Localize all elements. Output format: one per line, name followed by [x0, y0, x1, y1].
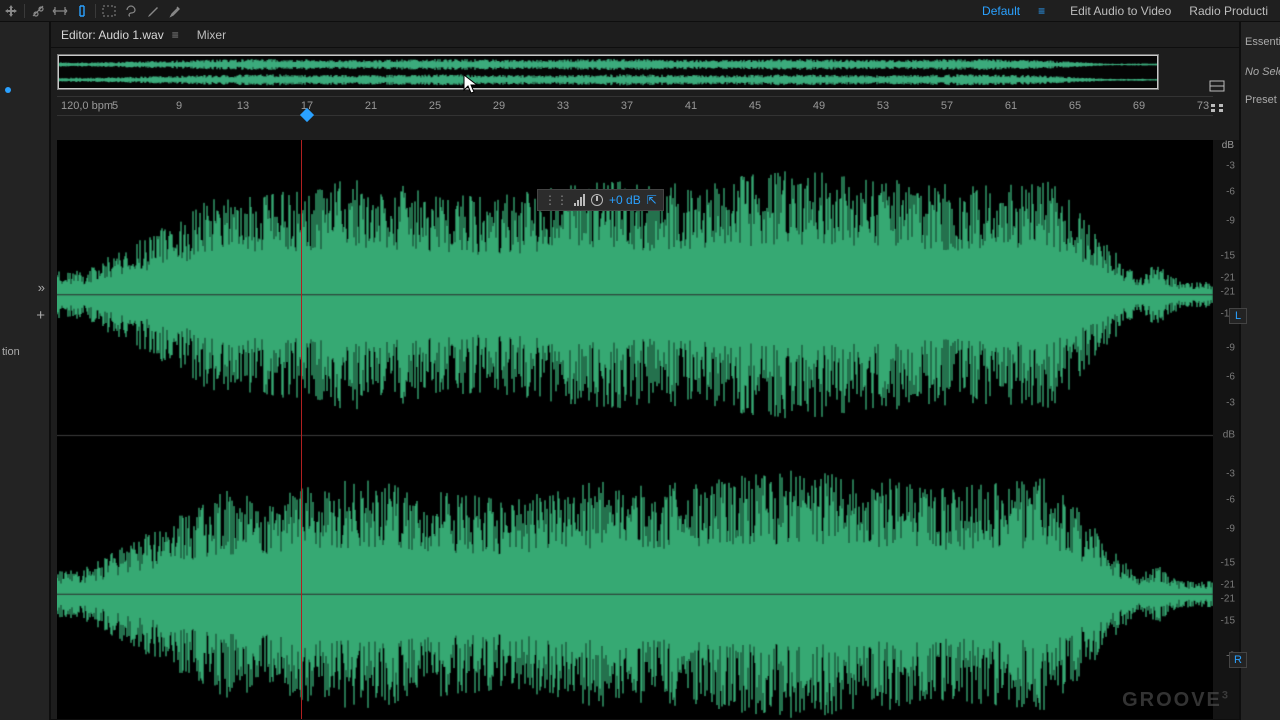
clock-icon: [591, 194, 603, 206]
ruler-tick: 41: [685, 100, 697, 112]
editor-panel: Editor: Audio 1.wav ≡ Mixer 120,0 bpm 5 9…: [50, 22, 1240, 720]
range-tool-icon[interactable]: [49, 0, 71, 22]
left-panel-collapsed: » + tion: [0, 22, 50, 720]
db-unit-label: dB: [1223, 429, 1235, 440]
top-toolbar: Default ≡ Edit Audio to Video Radio Prod…: [0, 0, 1280, 22]
level-meter-icon: [574, 194, 585, 206]
db-mark: -15: [1221, 616, 1235, 627]
ruler-tick: 45: [749, 100, 761, 112]
hud-db-value[interactable]: +0 dB: [609, 193, 641, 207]
overview-waveform[interactable]: [57, 54, 1159, 90]
time-select-tool-icon[interactable]: [71, 0, 93, 22]
left-panel-label-fragment: tion: [2, 346, 20, 358]
ruler-tick: 21: [365, 100, 377, 112]
zoom-reset-icon[interactable]: [1207, 78, 1227, 94]
ruler-tick: 69: [1133, 100, 1145, 112]
db-mark: -21: [1221, 594, 1235, 605]
db-mark: -9: [1226, 343, 1235, 354]
workspace-tabs: Default ≡ Edit Audio to Video Radio Prod…: [982, 0, 1280, 22]
pin-icon[interactable]: ⇱: [647, 193, 657, 207]
razor-tool-icon[interactable]: [27, 0, 49, 22]
hud-handle-icon[interactable]: ⋮⋮: [544, 193, 568, 207]
workspace-menu-icon[interactable]: ≡: [1038, 4, 1052, 18]
tab-editor-menu-icon[interactable]: ≡: [172, 28, 179, 42]
ruler-tick: 49: [813, 100, 825, 112]
channel-right-badge[interactable]: R: [1229, 652, 1247, 668]
ruler-tick: 65: [1069, 100, 1081, 112]
waveform-canvas: [57, 140, 1213, 719]
workspace-default[interactable]: Default: [982, 4, 1020, 18]
tab-editor[interactable]: Editor: Audio 1.wav ≡: [61, 28, 179, 42]
ruler-tick: 57: [941, 100, 953, 112]
overview-selection[interactable]: [58, 55, 1158, 89]
lasso-tool-icon[interactable]: [120, 0, 142, 22]
db-mark: -3: [1226, 398, 1235, 409]
playhead[interactable]: [301, 140, 302, 719]
ruler-tick: 5: [112, 100, 118, 112]
db-mark: -21: [1221, 580, 1235, 591]
waveform-area[interactable]: L R: [57, 140, 1213, 719]
tab-editor-label: Editor: Audio 1.wav: [61, 28, 164, 42]
editor-tabs: Editor: Audio 1.wav ≡ Mixer: [51, 22, 1239, 48]
add-icon[interactable]: +: [36, 307, 45, 324]
ruler-tick: 37: [621, 100, 633, 112]
tab-mixer[interactable]: Mixer: [197, 28, 226, 42]
marquee-tool-icon[interactable]: [98, 0, 120, 22]
db-unit-label: dB: [1222, 140, 1234, 151]
db-mark: -9: [1226, 523, 1235, 534]
status-dot-icon: [5, 87, 11, 93]
watermark: GROOVE3: [1122, 689, 1230, 712]
db-mark: -6: [1226, 187, 1235, 198]
ruler-tick: 73: [1197, 100, 1209, 112]
db-mark: -3: [1226, 161, 1235, 172]
ruler-tick: 9: [176, 100, 182, 112]
ruler-tick: 29: [493, 100, 505, 112]
ruler-tick: 13: [237, 100, 249, 112]
db-scale: dB -3 -6 -9 -15 -21 -21 -15 -9 -6 -3 dB -3 -6 -9 -15 -2…: [1213, 140, 1239, 719]
brush-tool-icon[interactable]: [142, 0, 164, 22]
channel-left-badge[interactable]: L: [1229, 308, 1247, 324]
expand-panel-icon[interactable]: »: [38, 280, 45, 295]
ruler-tick: 61: [1005, 100, 1017, 112]
db-mark: -21: [1221, 286, 1235, 297]
workspace-radio[interactable]: Radio Producti: [1189, 4, 1268, 18]
ruler-tick: 25: [429, 100, 441, 112]
db-mark: -15: [1221, 250, 1235, 261]
essential-sound-label: Essenti: [1245, 36, 1280, 48]
heal-tool-icon[interactable]: [164, 0, 186, 22]
ruler-tick: 53: [877, 100, 889, 112]
workspace-edit-av[interactable]: Edit Audio to Video: [1070, 4, 1171, 18]
preset-label: Preset: [1245, 94, 1277, 106]
db-mark: -9: [1226, 216, 1235, 227]
db-mark: -6: [1226, 494, 1235, 505]
db-mark: -15: [1221, 558, 1235, 569]
right-panel-collapsed: Essenti No Sele Preset: [1240, 22, 1280, 720]
db-mark: -6: [1226, 372, 1235, 383]
ruler-tick: 33: [557, 100, 569, 112]
db-mark: -21: [1221, 272, 1235, 283]
bpm-label: 120,0 bpm: [61, 100, 113, 112]
hud-overlay[interactable]: ⋮⋮ +0 dB ⇱: [537, 189, 664, 211]
move-tool-icon[interactable]: [0, 0, 22, 22]
no-selection-label: No Sele: [1245, 66, 1280, 78]
db-mark: -3: [1226, 468, 1235, 479]
time-ruler[interactable]: 120,0 bpm 591317212529333741454953576165…: [57, 96, 1213, 116]
